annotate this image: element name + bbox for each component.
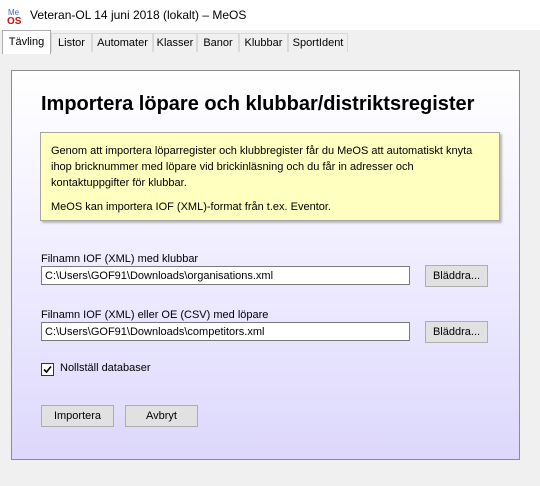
window-titlebar: Me OS Veteran-OL 14 juni 2018 (lokalt) –… bbox=[0, 0, 540, 30]
checkmark-icon bbox=[43, 365, 52, 374]
window-title: Veteran-OL 14 juni 2018 (lokalt) – MeOS bbox=[30, 8, 247, 22]
tab-content-area: Importera löpare och klubbar/distriktsre… bbox=[0, 53, 540, 486]
tab-klubbar[interactable]: Klubbar bbox=[239, 33, 288, 52]
runners-file-label: Filnamn IOF (XML) eller OE (CSV) med löp… bbox=[41, 309, 269, 321]
tab-sportident[interactable]: SportIdent bbox=[288, 33, 348, 52]
browse-runners-button[interactable]: Bläddra... bbox=[425, 321, 488, 343]
reset-database-label: Nollställ databaser bbox=[60, 362, 151, 374]
info-box: Genom att importera löparregister och kl… bbox=[40, 132, 500, 221]
tab-listor[interactable]: Listor bbox=[51, 33, 92, 52]
tab-automater[interactable]: Automater bbox=[92, 33, 153, 52]
import-panel: Importera löpare och klubbar/distriktsre… bbox=[11, 70, 520, 460]
cancel-button[interactable]: Avbryt bbox=[125, 405, 198, 427]
runners-file-input[interactable] bbox=[41, 322, 410, 341]
reset-database-checkbox[interactable] bbox=[41, 363, 54, 376]
browse-clubs-button[interactable]: Bläddra... bbox=[425, 265, 488, 287]
page-title: Importera löpare och klubbar/distriktsre… bbox=[41, 93, 475, 115]
tab-strip: Tävling Listor Automater Klasser Banor K… bbox=[0, 30, 540, 54]
meos-app-icon: Me OS bbox=[7, 8, 22, 25]
svg-text:OS: OS bbox=[7, 16, 22, 25]
info-text: Genom att importera löparregister och kl… bbox=[51, 145, 473, 189]
import-button[interactable]: Importera bbox=[41, 405, 114, 427]
clubs-file-input[interactable] bbox=[41, 266, 410, 285]
tab-klasser[interactable]: Klasser bbox=[153, 33, 197, 52]
tab-tavling[interactable]: Tävling bbox=[2, 30, 51, 54]
clubs-file-label: Filnamn IOF (XML) med klubbar bbox=[41, 253, 199, 265]
tab-banor[interactable]: Banor bbox=[197, 33, 239, 52]
info-text-eventor: MeOS kan importera IOF (XML)-format från… bbox=[51, 201, 331, 213]
